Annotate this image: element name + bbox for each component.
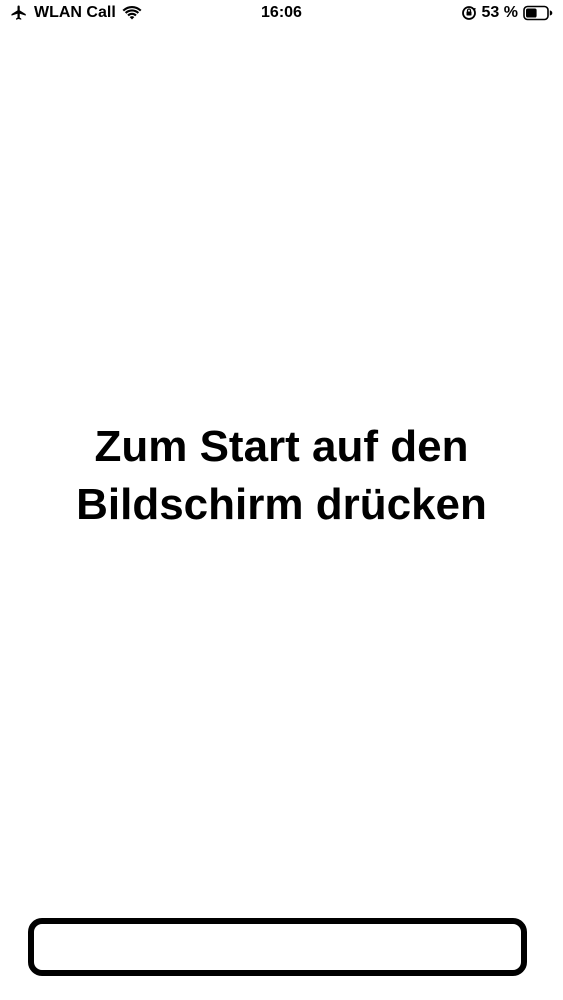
bottom-frame[interactable] <box>28 918 527 976</box>
headline-line-2: Bildschirm drücken <box>76 480 487 529</box>
status-bar: WLAN Call 16:06 53 % <box>0 0 563 30</box>
rotation-lock-icon <box>461 5 477 21</box>
status-bar-right: 53 % <box>461 4 553 22</box>
headline-line-1: Zum Start auf den <box>94 422 469 471</box>
battery-icon <box>523 5 553 21</box>
battery-percent: 53 % <box>481 4 518 21</box>
start-prompt-headline[interactable]: Zum Start auf den Bildschirm drücken <box>0 418 563 534</box>
